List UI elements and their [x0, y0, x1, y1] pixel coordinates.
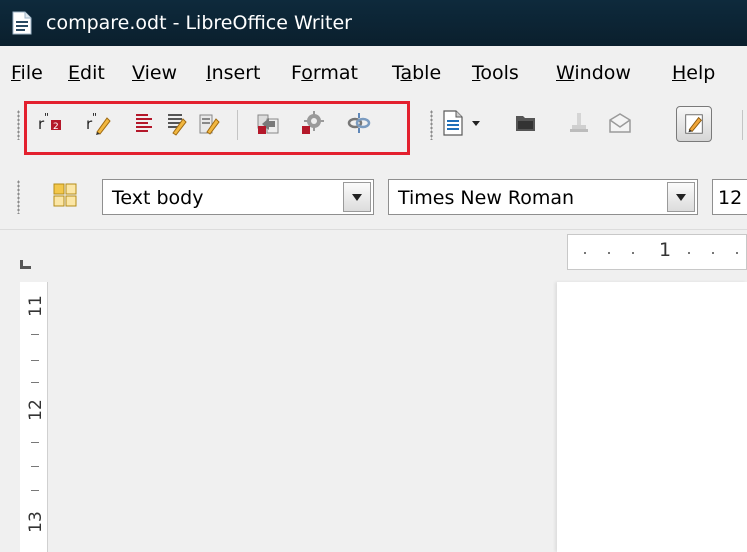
ruler-tick	[608, 252, 610, 254]
font-name-dropdown[interactable]	[667, 182, 695, 212]
link-merge-icon	[347, 113, 371, 133]
ruler-tick	[632, 252, 634, 254]
toolbar-grip[interactable]	[430, 110, 433, 140]
toolbar-grip[interactable]	[17, 110, 20, 140]
font-size-combo[interactable]: 12	[712, 179, 747, 215]
ruler-number: 11	[26, 295, 46, 317]
show-changes-button[interactable]: r "	[82, 107, 114, 139]
toolbar-separator	[237, 110, 238, 140]
edit-mode-toggle[interactable]	[676, 106, 712, 142]
ruler-tick	[31, 360, 39, 361]
chevron-down-icon	[676, 193, 686, 201]
menu-bar: File Edit View Insert Format Table Tools…	[0, 46, 747, 96]
paragraph-style-dropdown[interactable]	[343, 182, 371, 212]
chevron-down-icon	[352, 193, 362, 201]
ruler-number: 1	[659, 239, 672, 261]
protect-changes-button[interactable]	[160, 107, 192, 139]
svg-text:": "	[92, 111, 97, 124]
reject-all-changes-button[interactable]	[296, 107, 328, 139]
chevron-down-icon	[472, 120, 480, 126]
font-name-value: Times New Roman	[398, 187, 575, 209]
toolbar-separator	[742, 110, 743, 140]
ruler-number: 12	[26, 399, 46, 421]
ruler-tick	[31, 334, 39, 335]
styles-button[interactable]	[49, 179, 81, 211]
save-stamp-icon	[570, 113, 588, 132]
document-edit-icon	[199, 114, 220, 135]
edit-changes-button[interactable]	[193, 107, 225, 139]
window-title: compare.odt - LibreOffice Writer	[46, 12, 352, 34]
gear-changes-icon	[302, 111, 324, 134]
new-document-icon	[443, 110, 463, 136]
compare-merge-button[interactable]	[343, 107, 375, 139]
envelope-icon	[609, 113, 631, 133]
font-size-value: 12	[718, 187, 743, 209]
lines-pencil-icon	[168, 114, 187, 136]
insert-comment-button[interactable]	[128, 107, 160, 139]
menu-tools[interactable]: Tools	[472, 61, 519, 85]
menu-window[interactable]: Window	[556, 61, 631, 85]
menu-table[interactable]: Table	[392, 61, 441, 85]
formatting-toolbar: Text body Times New Roman 12	[0, 166, 747, 230]
styles-icon	[53, 183, 77, 207]
ruler-tick	[584, 252, 586, 254]
lines-comment-icon	[136, 114, 152, 132]
svg-text:2: 2	[53, 122, 59, 132]
standard-toolbar: r " 2 r "	[0, 96, 747, 166]
horizontal-ruler[interactable]: 1	[567, 234, 747, 270]
writer-document-icon	[11, 11, 33, 35]
accept-changes-icon	[257, 114, 279, 134]
ruler-tick	[688, 252, 690, 254]
ruler-number: 13	[26, 511, 46, 533]
record-changes-button[interactable]: r " 2	[34, 107, 66, 139]
menu-view[interactable]: View	[132, 61, 177, 85]
show-changes-pencil-icon: r "	[86, 111, 111, 135]
ruler-tick	[31, 382, 39, 383]
font-name-combo[interactable]: Times New Roman	[388, 179, 698, 215]
ruler-tick	[736, 252, 738, 254]
menu-format[interactable]: Format	[291, 61, 358, 85]
toolbar-grip[interactable]	[17, 180, 20, 214]
svg-text:": "	[44, 111, 49, 124]
new-document-dropdown[interactable]	[469, 107, 483, 139]
email-button[interactable]	[604, 107, 636, 139]
ruler-tick	[31, 490, 39, 491]
menu-file[interactable]: File	[11, 61, 43, 85]
paragraph-style-combo[interactable]: Text body	[102, 179, 374, 215]
ruler-tick	[712, 252, 714, 254]
edit-pencil-icon	[685, 114, 703, 134]
open-button[interactable]	[510, 107, 542, 139]
accept-all-changes-button[interactable]	[252, 107, 284, 139]
title-bar: compare.odt - LibreOffice Writer	[0, 0, 747, 46]
save-button[interactable]	[563, 107, 595, 139]
ruler-tick	[31, 442, 39, 443]
paragraph-style-value: Text body	[112, 187, 204, 209]
menu-help[interactable]: Help	[672, 61, 715, 85]
folder-icon	[516, 116, 535, 131]
menu-edit[interactable]: Edit	[68, 61, 105, 85]
ruler-tick	[31, 466, 39, 467]
new-document-button[interactable]	[437, 107, 469, 139]
tab-stop-marker-icon[interactable]	[20, 260, 31, 269]
menu-insert[interactable]: Insert	[206, 61, 261, 85]
document-page[interactable]	[557, 282, 747, 552]
record-changes-icon: r " 2	[38, 111, 61, 133]
vertical-ruler[interactable]: 11 12 13	[20, 282, 48, 552]
